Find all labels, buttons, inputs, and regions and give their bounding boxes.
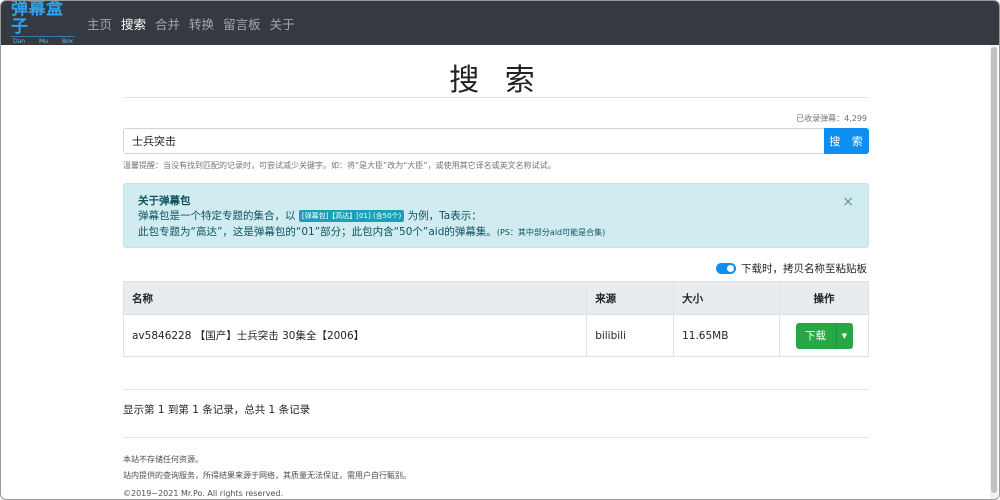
alert-ps: (PS：其中部分aid可能是合集) [496, 228, 606, 237]
navbar: 弹幕盒子 Dan Mu Box 主页 搜索 合并 转换 留言板 关于 [1, 1, 999, 45]
scrollbar[interactable] [990, 45, 998, 499]
cell-action: 下载 ▼ [779, 314, 869, 357]
footer-divider [123, 437, 869, 438]
alert-title: 关于弹幕包 [138, 195, 191, 207]
download-button-group: 下载 ▼ [795, 322, 853, 349]
logo-subtext: Dan Mu Box [11, 36, 75, 46]
cell-source: bilibili [586, 314, 675, 357]
nav-home[interactable]: 主页 [87, 14, 112, 33]
cell-size: 11.65MB [673, 314, 780, 357]
cell-name: av5846228 【国产】士兵突击 30集全【2006】 [122, 314, 588, 357]
download-dropdown-caret-icon[interactable]: ▼ [835, 322, 853, 349]
table-header-row: 名称 来源 大小 操作 [122, 281, 869, 315]
header-name[interactable]: 名称 [122, 281, 588, 315]
info-alert: 关于弹幕包 弹幕包是一个特定专题的集合，以 [弹幕包]【高达】[01] (含50… [123, 183, 869, 248]
footer-line-2: 站内提供的查询服务，所得结果来源于网络，其质量无法保证，需用户自行甄别。 [123, 471, 411, 480]
nav-convert[interactable]: 转换 [189, 14, 214, 33]
search-bar: 搜 索 [123, 128, 869, 154]
alert-line-2-text: 此包专题为“高达”，这是弹幕包的“01”部分；此包内含“50个”aid的弹幕集。 [138, 226, 497, 238]
table-row: av5846228 【国产】士兵突击 30集全【2006】 bilibili 1… [122, 314, 869, 357]
alert-line-1-suffix: 为例，Ta表示： [407, 210, 482, 222]
browser-window: 弹幕盒子 Dan Mu Box 主页 搜索 合并 转换 留言板 关于 搜 索 已… [0, 0, 1000, 500]
header-source[interactable]: 来源 [586, 281, 675, 315]
danmaku-count: 已收录弹幕：4,299 [796, 114, 867, 123]
nav-search[interactable]: 搜索 [121, 14, 146, 33]
logo-text: 弹幕盒子 [11, 0, 64, 37]
alert-line-1-prefix: 弹幕包是一个特定专题的集合，以 [138, 210, 296, 222]
site-logo[interactable]: 弹幕盒子 Dan Mu Box [11, 1, 75, 45]
footer-notes: 本站不存储任何资源。 站内提供的查询服务，所得结果来源于网络，其质量无法保证，需… [123, 452, 411, 484]
page-title: 搜 索 [449, 63, 543, 98]
close-icon[interactable]: × [842, 194, 854, 210]
logo-sub-2: Mu [38, 38, 48, 45]
divider [123, 389, 869, 390]
toggle-knob [727, 265, 734, 272]
logo-sub-1: Dan [13, 38, 26, 45]
nav-about[interactable]: 关于 [270, 14, 295, 33]
logo-sub-3: Box [61, 38, 73, 45]
scrollbar-thumb[interactable] [991, 47, 997, 493]
header-size[interactable]: 大小 [673, 281, 780, 315]
search-hint: 温馨提醒：当没有找到匹配的记录时，可尝试减少关键字。如：将“是大臣”改为“大臣”… [123, 161, 556, 170]
title-divider [123, 97, 869, 98]
alert-line-1: 弹幕包是一个特定专题的集合，以 [弹幕包]【高达】[01] (含50个) 为例，… [138, 208, 854, 224]
search-button[interactable]: 搜 索 [824, 128, 869, 154]
header-action: 操作 [779, 281, 869, 315]
copy-name-toggle[interactable]: 下载时，拷贝名称至粘贴板 [716, 261, 867, 276]
nav-merge[interactable]: 合并 [155, 14, 180, 33]
toggle-switch[interactable] [716, 263, 736, 274]
nav-guestbook[interactable]: 留言板 [223, 14, 261, 33]
example-badge: [弹幕包]【高达】[01] (含50个) [298, 210, 405, 222]
search-input[interactable] [123, 128, 824, 154]
results-table: 名称 来源 大小 操作 av5846228 【国产】士兵突击 30集全【2006… [122, 281, 869, 357]
download-button[interactable]: 下载 [795, 322, 836, 349]
footer-line-1: 本站不存储任何资源。 [123, 455, 203, 464]
toggle-label: 下载时，拷贝名称至粘贴板 [741, 263, 867, 275]
alert-line-2: 此包专题为“高达”，这是弹幕包的“01”部分；此包内含“50个”aid的弹幕集。… [138, 224, 854, 241]
pagination-summary: 显示第 1 到第 1 条记录，总共 1 条记录 [123, 404, 311, 416]
copyright: ©2019~2021 Mr.Po. All rights reserved. [123, 489, 284, 498]
